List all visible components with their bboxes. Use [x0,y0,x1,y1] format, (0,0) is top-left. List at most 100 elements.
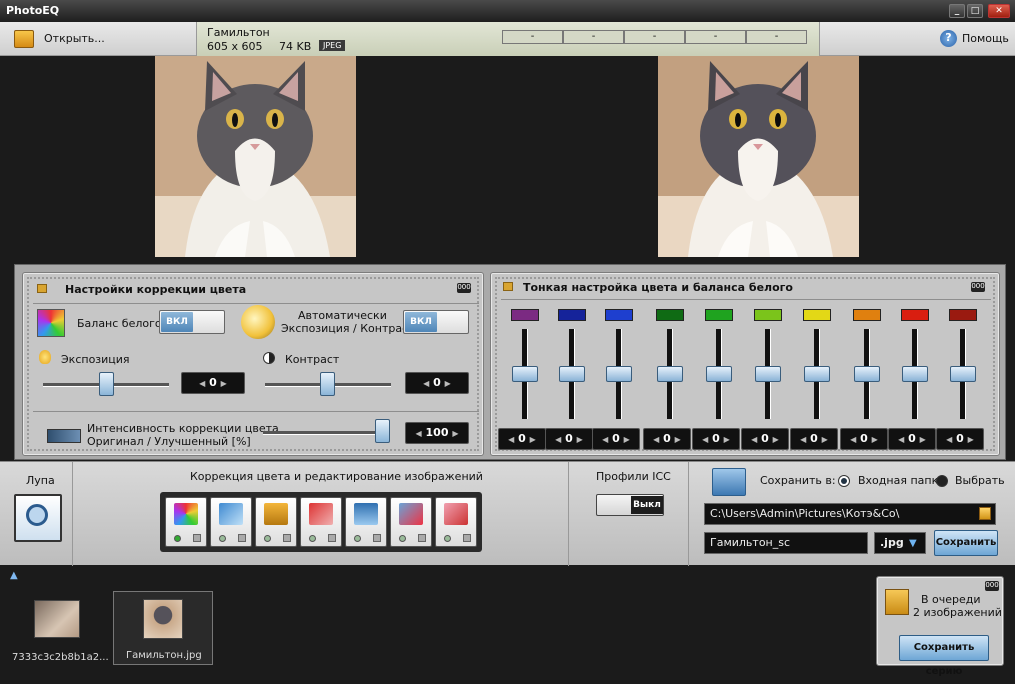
thumbnail-item[interactable]: 7333c3c2b8b1a2... [6,594,109,666]
tool-status-indicator [264,535,271,542]
retouch-tool-button[interactable] [390,497,432,547]
thumbnail-item-selected[interactable]: Гамильтон.jpg [113,591,213,665]
channel-value: 0 [860,432,868,445]
contrast-slider-knob[interactable] [320,372,335,396]
channel-value: 0 [956,432,964,445]
channel-slider-knob[interactable] [804,366,830,382]
channel-slider-knob[interactable] [706,366,732,382]
folder-icon [14,30,34,48]
channel-spinner[interactable]: ◀ 0 ▶ [498,428,546,450]
channel-slider-knob[interactable] [606,366,632,382]
icc-toggle[interactable]: Выкл [596,494,664,516]
filename-field[interactable]: Гамильтон_sc [704,532,868,554]
extension-value: .jpg [880,536,904,549]
frame-tool-button[interactable] [345,497,387,547]
channel-slider-knob[interactable] [755,366,781,382]
channel-spinner[interactable]: ◀ 0 ▶ [840,428,888,450]
white-balance-toggle[interactable]: ВКЛ [159,310,225,334]
tool-lock-icon [283,534,291,542]
channel-spinner[interactable]: ◀ 0 ▶ [592,428,640,450]
channel-spinner[interactable]: ◀ 0 ▶ [545,428,593,450]
crop-icon [264,503,288,525]
cut-tool-button[interactable] [300,497,342,547]
loupe-label: Лупа [26,474,55,487]
choose-folder-radio[interactable] [936,475,948,487]
intensity-slider-knob[interactable] [375,419,390,443]
transform-tool-button[interactable] [210,497,252,547]
queue-menu-button[interactable]: 000 [985,581,999,591]
color-correction-tool-button[interactable] [165,497,207,547]
intensity-value: 100 [425,426,449,439]
eraser-tool-button[interactable] [435,497,477,547]
path-field[interactable]: C:\Users\Admin\Pictures\Котэ&Co\ [704,503,996,525]
channel-slider-knob[interactable] [512,366,538,382]
channel-slider-knob[interactable] [657,366,683,382]
bulb-icon [39,350,51,364]
lock-icon[interactable] [37,284,47,293]
channel-color-swatch [656,309,684,321]
intensity-spinner[interactable]: ◀ 100 ▶ [405,422,469,444]
loupe-button[interactable] [14,494,62,542]
channel-spinner[interactable]: ◀ 0 ▶ [741,428,789,450]
white-balance-label: Баланс белого [77,317,162,330]
channel-slider-knob[interactable] [902,366,928,382]
corrected-image[interactable] [658,56,859,257]
exposure-label: Экспозиция [61,353,130,366]
thumbnail-image [34,600,80,638]
channel-spinner[interactable]: ◀ 0 ▶ [888,428,936,450]
image-viewer [0,56,1015,264]
toggle-on-label: ВКЛ [405,312,437,332]
intensity-slider-track[interactable] [263,431,389,435]
channel-spinner[interactable]: ◀ 0 ▶ [643,428,691,450]
extension-select[interactable]: .jpg ▼ [874,532,926,554]
tool-status-indicator [174,535,181,542]
channel-value: 0 [663,432,671,445]
file-info-bar: Гамильтон 605 x 605 74 KB JPEG - - - - - [196,22,820,56]
open-button[interactable]: Открыть... [8,28,118,50]
exposure-spinner[interactable]: ◀ 0 ▶ [181,372,245,394]
panel-menu-button[interactable]: 000 [457,283,471,293]
minimize-button[interactable]: _ [949,4,965,18]
queue-line1: В очереди [921,593,981,606]
input-folder-radio[interactable] [838,475,850,487]
collapse-arrow-icon[interactable]: ▲ [10,570,18,581]
help-button[interactable]: ? Помощь [938,30,1010,48]
tool-status-indicator [444,535,451,542]
channel-spinner[interactable]: ◀ 0 ▶ [936,428,984,450]
save-series-button[interactable]: Сохранить серию [899,635,989,677]
exposure-slider-knob[interactable] [99,372,114,396]
status-box: - [624,30,685,44]
channel-slider-knob[interactable] [559,366,585,382]
divider [501,299,991,300]
contrast-icon [263,352,275,364]
intensity-label-line1: Интенсивность коррекции цвета [87,422,279,435]
close-button[interactable]: ✕ [988,4,1010,18]
maximize-button[interactable]: □ [967,4,983,18]
contrast-spinner[interactable]: ◀ 0 ▶ [405,372,469,394]
original-image[interactable] [155,56,356,257]
auto-exposure-toggle[interactable]: ВКЛ [403,310,469,334]
divider [72,462,73,566]
eraser-icon [444,503,468,525]
exposure-value: 0 [209,376,217,389]
lock-icon[interactable] [503,282,513,291]
panel-menu-button[interactable]: 000 [971,282,985,292]
channel-slider-knob[interactable] [854,366,880,382]
help-icon: ? [940,30,957,47]
panel-title: Настройки коррекции цвета [65,283,247,296]
channel-color-swatch [754,309,782,321]
intensity-icon [47,429,81,443]
tool-status-indicator [219,535,226,542]
bottom-controls: Лупа Коррекция цвета и редактирование из… [0,461,1015,566]
crop-tool-button[interactable] [255,497,297,547]
channel-value: 0 [612,432,620,445]
channel-value: 0 [565,432,573,445]
channel-slider-knob[interactable] [950,366,976,382]
channel-color-swatch [949,309,977,321]
channel-spinner[interactable]: ◀ 0 ▶ [692,428,740,450]
channel-spinner[interactable]: ◀ 0 ▶ [790,428,838,450]
save-button[interactable]: Сохранить [934,530,998,556]
tool-status-indicator [354,535,361,542]
browse-folder-icon[interactable] [979,507,991,520]
retouch-icon [399,503,423,525]
